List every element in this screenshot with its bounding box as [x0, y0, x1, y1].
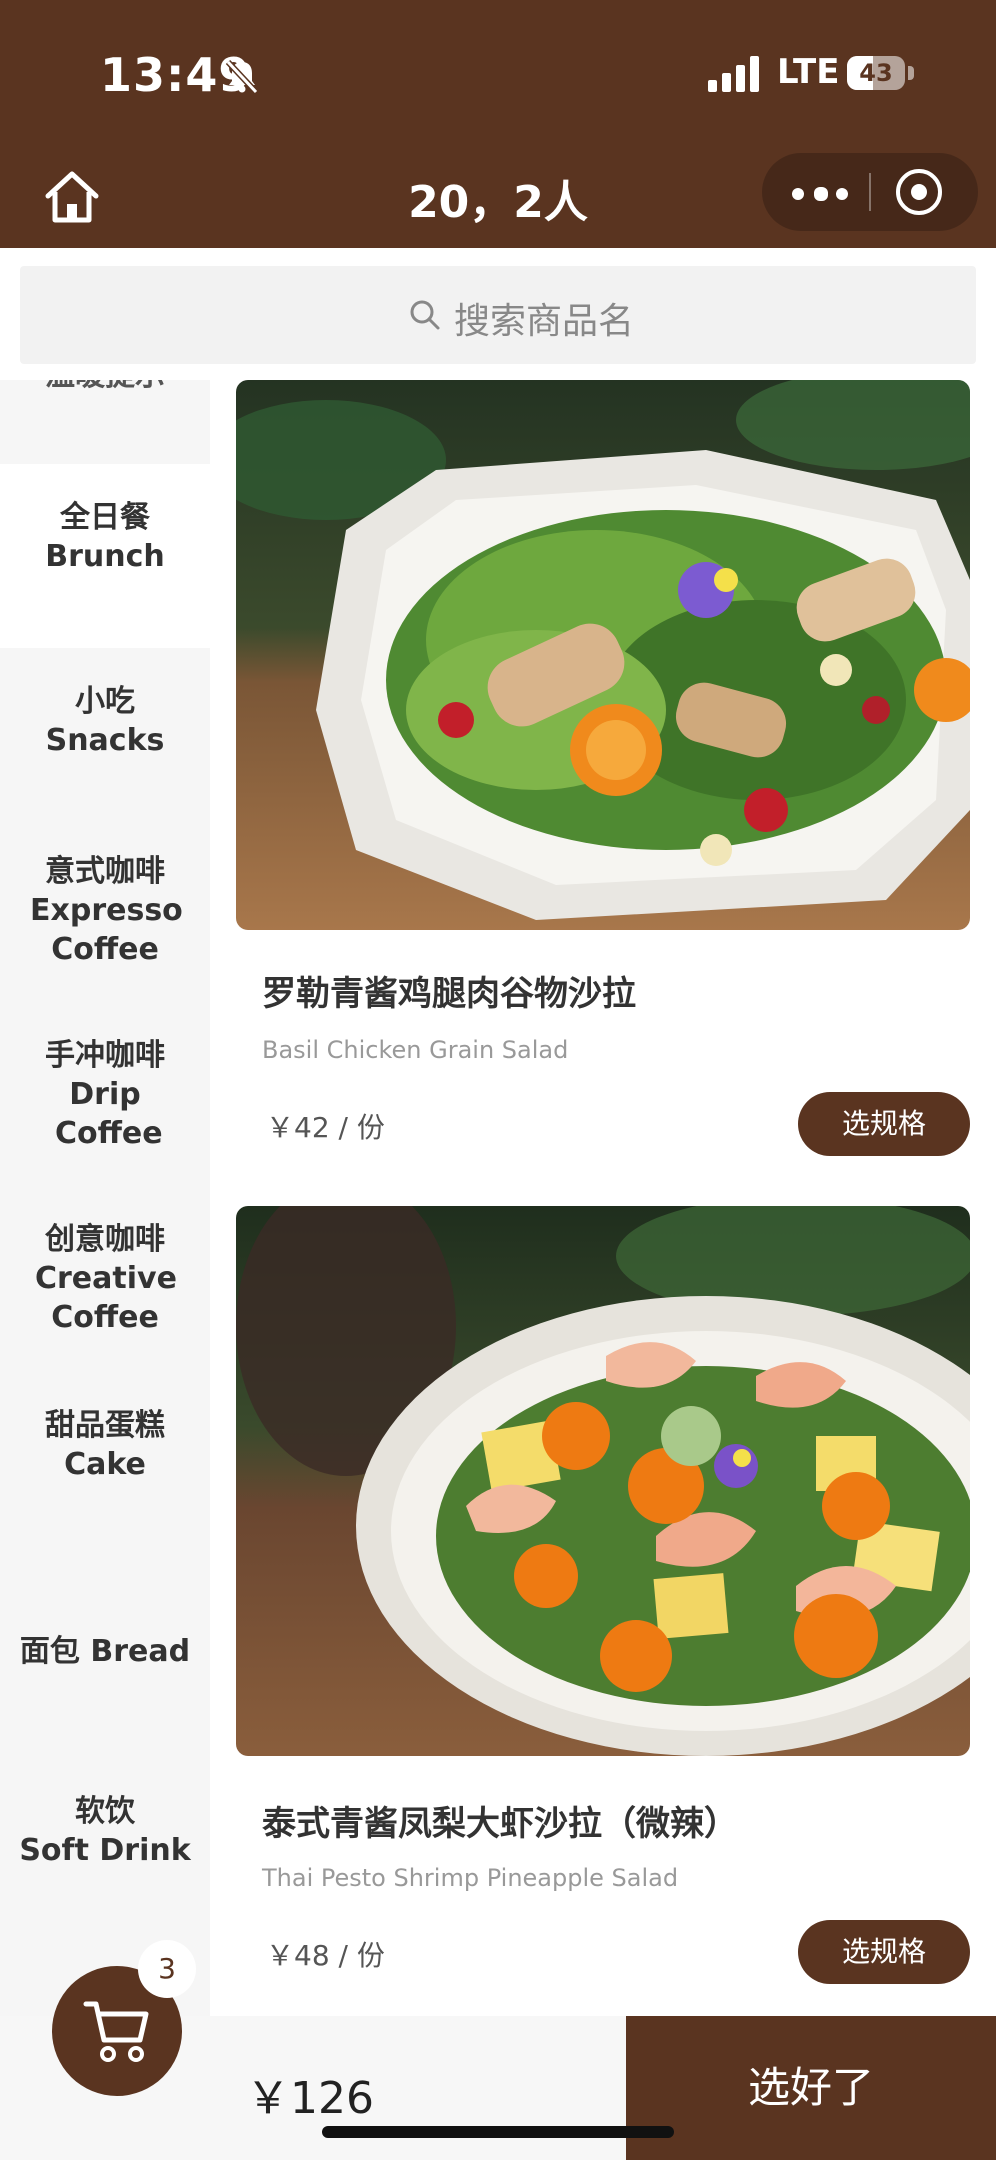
close-target-icon[interactable]	[896, 169, 942, 215]
battery-tip	[908, 66, 914, 80]
cart-count-badge: 3	[138, 1940, 196, 1998]
search-bar[interactable]: 搜索商品名	[20, 266, 976, 364]
network-type: LTE	[777, 52, 840, 92]
product-image-basil-chicken-salad[interactable]	[236, 380, 970, 930]
battery-icon: 43	[847, 56, 905, 90]
signal-icon	[708, 56, 760, 92]
checkout-button[interactable]: 选好了	[626, 2016, 996, 2160]
product-name-en: Thai Pesto Shrimp Pineapple Salad	[262, 1864, 679, 1892]
product-name: 罗勒青酱鸡腿肉谷物沙拉	[262, 974, 636, 1014]
sidebar-item-cake[interactable]: 甜品蛋糕 Cake	[0, 1384, 210, 1568]
cart-total: ￥126	[246, 2073, 374, 2124]
sidebar-item-brunch[interactable]: 全日餐 Brunch	[0, 464, 210, 648]
product-image-thai-shrimp-salad[interactable]	[236, 1206, 970, 1756]
select-spec-button[interactable]: 选规格	[798, 1092, 970, 1156]
battery-level: 43	[859, 59, 893, 87]
search-input[interactable]: 搜索商品名	[454, 292, 634, 344]
sidebar-item-tips[interactable]: 温暖提示	[0, 380, 210, 444]
bell-muted-icon	[225, 59, 259, 95]
product-price: ￥48 / 份	[266, 1939, 385, 1972]
product-name: 泰式青酱凤梨大虾沙拉（微辣）	[262, 1804, 738, 1844]
sidebar-item-bread[interactable]: 面包 Bread	[0, 1568, 210, 1752]
capsule-divider	[869, 173, 871, 211]
sidebar-item-snacks[interactable]: 小吃 Snacks	[0, 648, 210, 832]
top-bar: 13:49 LTE 43 20，2人	[0, 0, 996, 248]
sidebar-item-soft-drink[interactable]: 软饮 Soft Drink	[0, 1752, 210, 1936]
category-sidebar: 温暖提示 全日餐 Brunch 小吃 Snacks 意式咖啡 Expresso …	[0, 380, 210, 2016]
more-icon[interactable]	[784, 173, 856, 211]
product-name-en: Basil Chicken Grain Salad	[262, 1036, 569, 1064]
mini-program-capsule	[762, 153, 978, 231]
cart-icon	[83, 2001, 149, 2062]
home-indicator[interactable]	[322, 2126, 674, 2138]
sidebar-item-creative-coffee[interactable]: 创意咖啡 Creative Coffee	[0, 1200, 210, 1384]
select-spec-button[interactable]: 选规格	[798, 1920, 970, 1984]
search-icon	[410, 300, 440, 330]
product-price: ￥42 / 份	[266, 1111, 385, 1144]
sidebar-item-drip-coffee[interactable]: 手冲咖啡 Drip Coffee	[0, 1016, 210, 1200]
sidebar-item-expresso-coffee[interactable]: 意式咖啡 Expresso Coffee	[0, 832, 210, 1016]
